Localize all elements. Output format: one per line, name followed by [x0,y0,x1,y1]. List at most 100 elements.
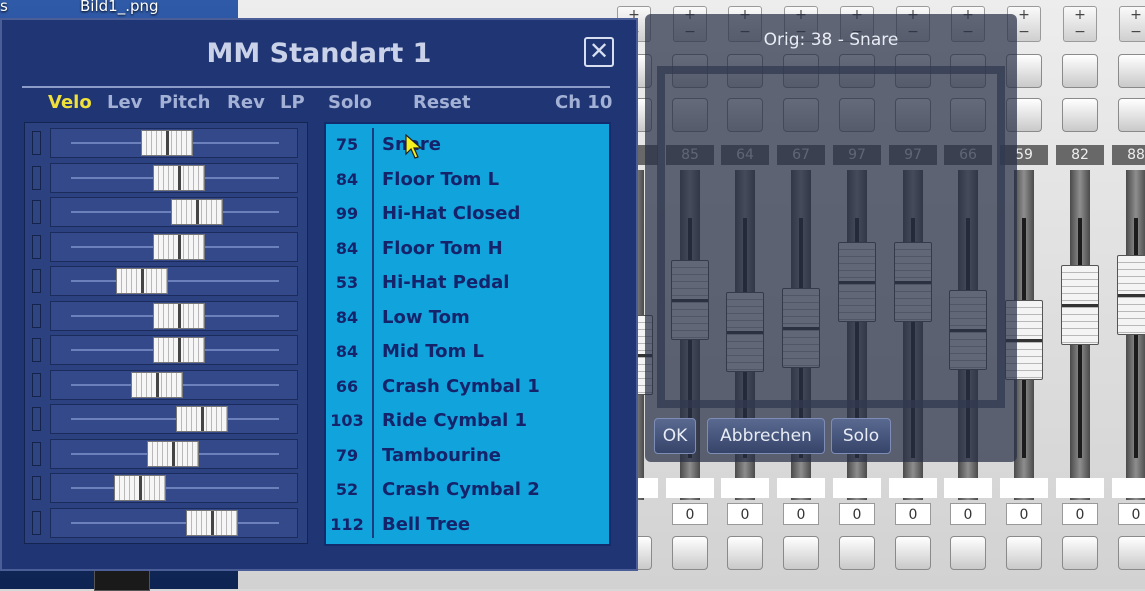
pan-value-field[interactable]: 0 [950,503,986,525]
slider-knob[interactable] [114,475,166,501]
channel-bottom-button[interactable] [1006,536,1042,570]
velocity-slider[interactable] [50,300,298,331]
reset-button[interactable]: Reset [413,92,471,113]
tab-rev[interactable]: Rev [227,92,265,113]
list-item[interactable]: 53 Hi-Hat Pedal [326,267,609,299]
solo-indicator[interactable] [32,372,41,397]
list-item[interactable]: 75Snare [326,129,609,161]
solo-indicator[interactable] [32,510,41,535]
pan-value-field[interactable]: 0 [1062,503,1098,525]
velocity-slider[interactable] [50,369,298,400]
pan-value-field[interactable]: 0 [672,503,708,525]
list-item[interactable]: 112 Bell Tree [326,509,609,541]
solo-indicator[interactable] [32,303,41,328]
instrument-velocity: 52 [335,480,359,499]
list-item[interactable]: 99 Hi-Hat Closed [326,198,609,230]
channel-button[interactable] [1062,54,1098,88]
close-icon: ✕ [588,37,610,65]
velocity-slider[interactable] [50,128,298,158]
header-divider [22,86,610,88]
pan-value-field[interactable]: 0 [1006,503,1042,525]
tab-velo[interactable]: Velo [48,92,92,113]
instrument-name: Ride Cymbal 1 [382,410,528,431]
pan-value-field[interactable]: 0 [1118,503,1145,525]
velocity-slider[interactable] [50,162,298,193]
instrument-velocity: 99 [335,204,359,223]
velocity-slider[interactable] [50,197,298,227]
solo-indicator[interactable] [32,165,41,190]
velocity-slider[interactable] [50,335,298,365]
pan-plus-minus-button[interactable]: +− [1119,6,1145,42]
slider-knob[interactable] [153,302,205,329]
desktop-thumbnail[interactable] [94,570,150,591]
channel-bottom-button[interactable] [895,536,931,570]
channel-bottom-button[interactable] [1062,536,1098,570]
fader-handle[interactable] [1117,255,1145,335]
instrument-velocity: 103 [330,411,364,430]
channel-bottom-button[interactable] [727,536,763,570]
slider-knob[interactable] [141,130,193,156]
channel-bottom-button[interactable] [783,536,819,570]
channel-strip-divider [889,478,937,498]
slider-knob[interactable] [171,199,223,225]
velocity-slider[interactable] [50,404,298,434]
velocity-slider[interactable] [50,266,298,296]
solo-indicator[interactable] [32,131,41,155]
desktop-label: s [0,0,8,15]
list-item[interactable]: 84 Floor Tom L [326,164,609,196]
tab-lev[interactable]: Lev [107,92,142,113]
channel-bottom-button[interactable] [1118,536,1145,570]
list-item[interactable]: 66 Crash Cymbal 1 [326,371,609,403]
velocity-slider[interactable] [50,438,298,469]
tab-pitch[interactable]: Pitch [159,92,210,113]
solo-indicator[interactable] [32,441,41,466]
channel-bottom-button[interactable] [839,536,875,570]
fader-handle[interactable] [1061,265,1099,345]
instrument-velocity: 79 [335,445,359,465]
list-item[interactable]: 84 Floor Tom H [326,233,609,265]
desktop-file-label[interactable]: Bild1_.png [80,0,159,15]
plus-icon: + [1074,7,1086,23]
channel-strip-divider [1112,478,1145,498]
pan-value-field[interactable]: 0 [895,503,931,525]
slider-knob[interactable] [153,164,205,191]
pan-value-field[interactable]: 0 [727,503,763,525]
solo-indicator[interactable] [32,234,41,259]
list-item[interactable]: 52 Crash Cymbal 2 [326,474,609,506]
close-button[interactable]: ✕ [584,37,614,67]
list-item[interactable]: 84 Mid Tom L [326,336,609,368]
pan-value-field[interactable]: 0 [839,503,875,525]
solo-indicator[interactable] [32,338,41,362]
channel-button[interactable] [1062,98,1098,132]
solo-indicator[interactable] [32,200,41,224]
list-item[interactable]: 79 Tambourine [326,440,609,472]
slider-knob[interactable] [131,371,183,398]
pan-plus-minus-button[interactable]: +− [1063,6,1097,42]
velocity-slider[interactable] [50,231,298,262]
channel-strip-divider [721,478,769,498]
solo-indicator[interactable] [32,476,41,500]
slider-knob[interactable] [153,233,205,260]
slider-knob[interactable] [153,337,205,363]
solo-indicator[interactable] [32,407,41,431]
velocity-slider[interactable] [50,507,298,538]
channel-button[interactable] [1118,98,1145,132]
channel-button[interactable] [1118,54,1145,88]
slider-knob[interactable] [147,440,199,467]
list-item[interactable]: 84 Low Tom [326,302,609,334]
solo-indicator[interactable] [32,269,41,293]
velocity-slider[interactable] [50,473,298,503]
slider-knob[interactable] [176,406,228,432]
slider-knob[interactable] [116,268,168,294]
solo-header[interactable]: Solo [328,92,372,113]
pan-value-field[interactable]: 0 [783,503,819,525]
tab-lp[interactable]: LP [280,92,305,113]
channel-bottom-button[interactable] [950,536,986,570]
ok-button[interactable]: OK [654,418,696,454]
list-item[interactable]: 103 Ride Cymbal 1 [326,405,609,437]
slider-knob[interactable] [186,509,238,536]
cancel-button[interactable]: Abbrechen [707,418,825,454]
channel-bottom-button[interactable] [672,536,708,570]
instrument-name: Low Tom [382,306,470,328]
solo-button[interactable]: Solo [831,418,891,454]
